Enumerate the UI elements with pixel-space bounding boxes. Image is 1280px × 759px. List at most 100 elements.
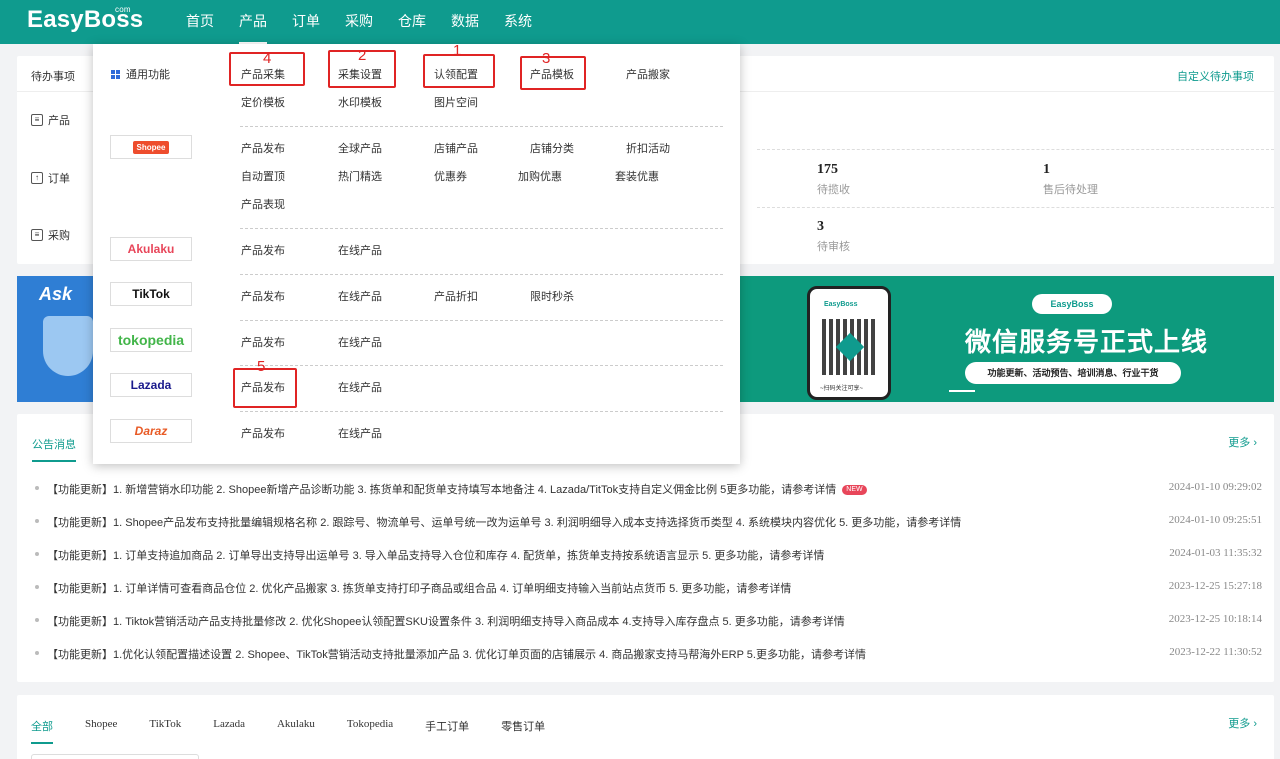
- todo-row-label: 产品: [48, 115, 70, 127]
- notice-item[interactable]: 【功能更新】1. Shopee产品发布支持批量编辑规格名称 2. 跟踪号、物流单…: [35, 514, 1262, 530]
- menu-tiktok-discount[interactable]: 产品折扣: [434, 288, 478, 304]
- annotation-number: 5: [257, 358, 266, 375]
- purchase-icon: ≡: [31, 229, 43, 241]
- custom-todo-link[interactable]: 自定义待办事项: [1177, 68, 1254, 84]
- tab-lazada[interactable]: Lazada: [213, 718, 245, 744]
- menu-watermark-template[interactable]: 水印模板: [338, 94, 382, 110]
- todo-title: 待办事项: [31, 71, 75, 83]
- akulaku-logo-text: Akulaku: [127, 242, 175, 256]
- scan-text: ~扫码关注可享~: [820, 386, 864, 392]
- menu-shopee-shop-category[interactable]: 店铺分类: [530, 140, 574, 156]
- bullet-icon: [35, 585, 39, 589]
- notice-time: 2024-01-10 09:29:02: [1168, 481, 1262, 493]
- bullet-icon: [35, 552, 39, 556]
- menu-lazada-online[interactable]: 在线产品: [338, 379, 382, 395]
- menu-shopee-shop-products[interactable]: 店铺产品: [434, 140, 478, 156]
- new-badge: NEW: [842, 485, 867, 496]
- notice-item[interactable]: 【功能更新】1. 订单支持追加商品 2. 订单导出支持导出运单号 3. 导入单品…: [35, 547, 1262, 563]
- general-functions-label: 通用功能: [111, 66, 170, 82]
- menu-shopee-auto-top[interactable]: 自动置顶: [241, 168, 285, 184]
- nav-warehouse[interactable]: 仓库: [398, 0, 426, 44]
- todo-row-purchase: ≡ 采购: [31, 227, 70, 243]
- notice-item[interactable]: 【功能更新】1. 订单详情可查看商品仓位 2. 优化产品搬家 3. 拣货单支持打…: [35, 580, 1262, 596]
- menu-daraz-publish[interactable]: 产品发布: [241, 425, 285, 441]
- tab-shopee[interactable]: Shopee: [85, 718, 117, 744]
- decor-line: [949, 390, 975, 392]
- nav-product[interactable]: 产品: [239, 0, 267, 44]
- notice-more-link[interactable]: 更多 ›: [1228, 434, 1257, 450]
- menu-pricing-template[interactable]: 定价模板: [241, 94, 285, 110]
- bullet-icon: [35, 519, 39, 523]
- phone-brand: EasyBoss: [824, 301, 858, 308]
- nav-purchase[interactable]: 采购: [345, 0, 373, 44]
- nav-system[interactable]: 系统: [504, 0, 532, 44]
- menu-shopee-hot-picks[interactable]: 热门精选: [338, 168, 382, 184]
- akulaku-logo: Akulaku: [110, 237, 192, 261]
- tab-manual-orders[interactable]: 手工订单: [425, 718, 469, 744]
- stat-review[interactable]: 3 待审核: [817, 219, 850, 254]
- menu-shopee-bundle[interactable]: 套装优惠: [615, 168, 659, 184]
- annotation-box: [520, 56, 586, 90]
- stat-label: 待揽收: [817, 184, 850, 196]
- menu-akulaku-online[interactable]: 在线产品: [338, 242, 382, 258]
- tab-all[interactable]: 全部: [31, 718, 53, 744]
- banner-subtitle: 功能更新、活动预告、培训消息、行业干货: [965, 362, 1181, 384]
- stat-label: 售后待处理: [1043, 184, 1098, 196]
- product-dropdown-menu: 通用功能 产品采集 采集设置 认领配置 产品模板 产品搬家 定价模板 水印模板 …: [93, 42, 740, 464]
- menu-shopee-performance[interactable]: 产品表现: [241, 196, 285, 212]
- todo-row-order: ↑ 订单: [31, 170, 70, 186]
- notice-item[interactable]: 【功能更新】1.优化认领配置描述设置 2. Shopee、TikTok营销活动支…: [35, 646, 1262, 662]
- logo[interactable]: EasyBoss com: [27, 5, 143, 34]
- phone-illustration: EasyBoss ~扫码关注可享~: [807, 286, 891, 400]
- notice-item[interactable]: 【功能更新】1. 新增营销水印功能 2. Shopee新增产品诊断功能 3. 拣…: [35, 481, 1262, 497]
- menu-tiktok-online[interactable]: 在线产品: [338, 288, 382, 304]
- notice-time: 2024-01-03 11:35:32: [1169, 547, 1262, 559]
- menu-tokopedia-online[interactable]: 在线产品: [338, 334, 382, 350]
- annotation-number: 1: [453, 42, 462, 59]
- brand-pill: EasyBoss: [1032, 294, 1112, 314]
- menu-divider: [240, 411, 723, 412]
- menu-shopee-discount[interactable]: 折扣活动: [626, 140, 670, 156]
- more-label: 更多: [1228, 718, 1251, 730]
- notice-tab[interactable]: 公告消息: [32, 436, 76, 462]
- nav-data[interactable]: 数据: [451, 0, 479, 44]
- shop-select[interactable]: [31, 754, 199, 759]
- menu-divider: [240, 126, 723, 127]
- shopee-logo-text: Shopee: [132, 140, 170, 154]
- todo-row-product: ≡ 产品: [31, 112, 70, 128]
- product-icon: ≡: [31, 114, 43, 126]
- menu-image-space[interactable]: 图片空间: [434, 94, 478, 110]
- tab-akulaku[interactable]: Akulaku: [277, 718, 315, 744]
- nav-order[interactable]: 订单: [292, 0, 320, 44]
- menu-tiktok-publish[interactable]: 产品发布: [241, 288, 285, 304]
- menu-tokopedia-publish[interactable]: 产品发布: [241, 334, 285, 350]
- tab-retail-orders[interactable]: 零售订单: [501, 718, 545, 744]
- annotation-number: 2: [358, 47, 367, 64]
- ask-text: Ask: [39, 284, 73, 304]
- bullet-icon: [35, 486, 39, 490]
- menu-shopee-addon[interactable]: 加购优惠: [518, 168, 562, 184]
- notice-text: 【功能更新】1. 订单支持追加商品 2. 订单导出支持导出运单号 3. 导入单品…: [47, 550, 825, 562]
- todo-row-label: 采购: [48, 230, 70, 242]
- nav-home[interactable]: 首页: [186, 0, 214, 44]
- notice-item[interactable]: 【功能更新】1. Tiktok营销活动产品支持批量修改 2. 优化Shopee认…: [35, 613, 1262, 629]
- tab-tokopedia[interactable]: Tokopedia: [347, 718, 393, 744]
- menu-shopee-global[interactable]: 全球产品: [338, 140, 382, 156]
- menu-shopee-publish[interactable]: 产品发布: [241, 140, 285, 156]
- menu-daraz-online[interactable]: 在线产品: [338, 425, 382, 441]
- orders-more-link[interactable]: 更多 ›: [1228, 715, 1257, 731]
- tab-tiktok[interactable]: TikTok: [149, 718, 181, 744]
- menu-product-move[interactable]: 产品搬家: [626, 66, 670, 82]
- orders-card: 全部 Shopee TikTok Lazada Akulaku Tokopedi…: [17, 695, 1274, 759]
- order-icon: ↑: [31, 172, 43, 184]
- menu-akulaku-publish[interactable]: 产品发布: [241, 242, 285, 258]
- shopee-logo: Shopee: [110, 135, 192, 159]
- menu-shopee-voucher[interactable]: 优惠券: [434, 168, 467, 184]
- bullet-icon: [35, 618, 39, 622]
- notice-time: 2024-01-10 09:25:51: [1168, 514, 1262, 526]
- tokopedia-logo: tokopedia: [110, 328, 192, 352]
- stat-aftersale[interactable]: 1 售后待处理: [1043, 162, 1098, 197]
- grid-icon: [111, 69, 120, 79]
- menu-tiktok-flash-sale[interactable]: 限时秒杀: [530, 288, 574, 304]
- stat-pickup[interactable]: 175 待揽收: [817, 162, 850, 197]
